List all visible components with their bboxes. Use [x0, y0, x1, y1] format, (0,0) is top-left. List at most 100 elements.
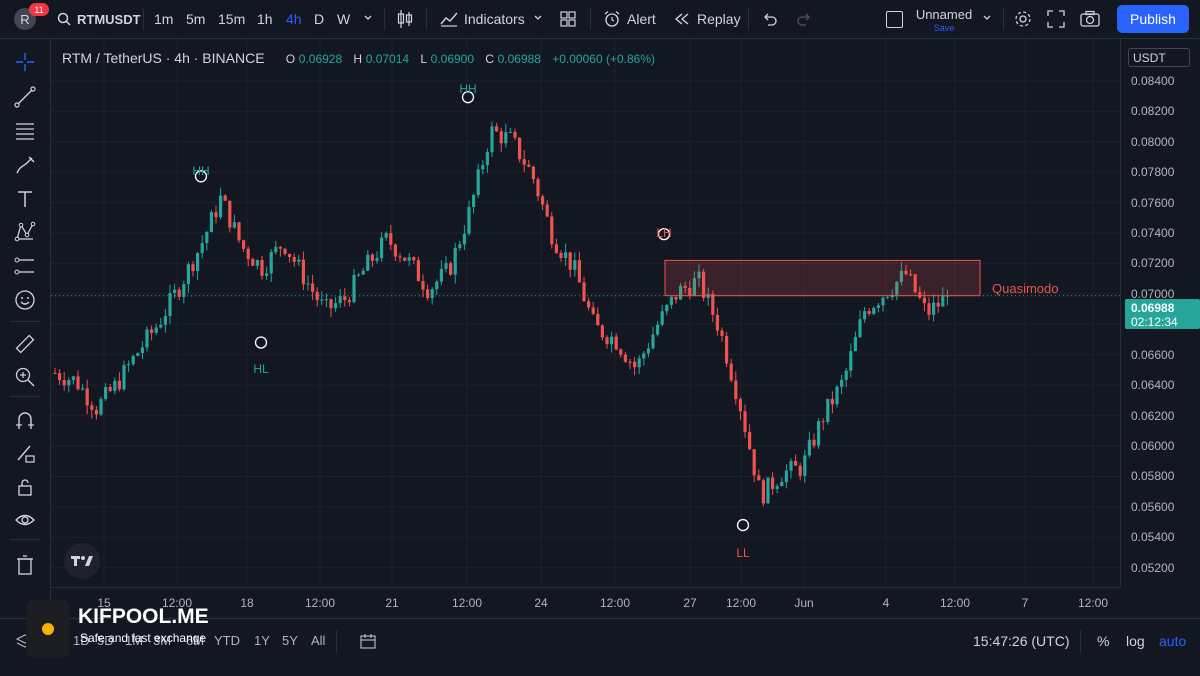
- pivot-marker-hl[interactable]: [254, 336, 268, 349]
- trend-line-icon[interactable]: [12, 84, 38, 110]
- candle-body: [867, 311, 871, 314]
- camera-icon[interactable]: [1080, 10, 1100, 33]
- undo-icon[interactable]: [762, 11, 778, 32]
- auto-scale-toggle[interactable]: auto: [1159, 633, 1186, 649]
- log-scale-toggle[interactable]: log: [1126, 633, 1145, 649]
- candle-style-icon[interactable]: [396, 9, 414, 34]
- alert-button[interactable]: Alert: [603, 0, 656, 38]
- candle-body: [467, 207, 471, 234]
- candle-body: [559, 253, 563, 258]
- pivot-marker-ll[interactable]: [736, 518, 750, 532]
- lock-icon[interactable]: [12, 474, 38, 500]
- interval-w[interactable]: W: [337, 11, 350, 27]
- candle-body: [430, 289, 434, 298]
- candle-body: [278, 246, 282, 249]
- symbol-search-button[interactable]: RTMUSDT: [57, 0, 141, 38]
- candle-body: [844, 370, 848, 380]
- candle-body: [150, 329, 154, 333]
- percent-scale-toggle[interactable]: %: [1097, 633, 1109, 649]
- candle-body: [628, 361, 632, 363]
- utc-clock[interactable]: 15:47:26 (UTC): [973, 633, 1069, 649]
- range-5y[interactable]: 5Y: [282, 633, 298, 648]
- layout-square-icon[interactable]: [886, 11, 903, 28]
- candle-body: [752, 449, 756, 476]
- interval-1m[interactable]: 1m: [154, 11, 173, 27]
- price-tick-label: 0.08000: [1131, 134, 1175, 149]
- publish-button[interactable]: Publish: [1117, 5, 1189, 33]
- interval-4h[interactable]: 4h: [286, 11, 302, 27]
- candle-body: [748, 431, 752, 450]
- eye-icon[interactable]: [12, 507, 38, 533]
- candle-body: [255, 260, 259, 266]
- price-chart[interactable]: [51, 39, 1200, 617]
- candle-body: [439, 268, 443, 282]
- candle-body: [665, 304, 669, 312]
- candle-body: [283, 248, 287, 254]
- candle-body: [840, 379, 844, 387]
- interval-d[interactable]: D: [314, 11, 324, 27]
- publish-label: Publish: [1130, 11, 1176, 27]
- interval-dropdown-chevron-icon[interactable]: [362, 11, 374, 30]
- layout-name-button[interactable]: Unnamed Save: [913, 7, 975, 33]
- candle-body: [370, 254, 374, 261]
- currency-badge[interactable]: USDT: [1128, 48, 1190, 67]
- candle-body: [830, 398, 834, 405]
- legend-l-label: L: [420, 52, 428, 66]
- indicators-button[interactable]: Indicators: [440, 0, 525, 38]
- replay-button[interactable]: Replay: [673, 0, 741, 38]
- gear-icon[interactable]: [1014, 10, 1032, 33]
- candle-body: [757, 475, 761, 481]
- candle-body: [596, 313, 600, 326]
- indicators-dropdown-chevron-icon[interactable]: [532, 11, 544, 30]
- rewind-icon: [674, 13, 689, 25]
- brush-icon[interactable]: [12, 152, 38, 178]
- legend-l-value: 0.06900: [430, 52, 475, 66]
- interval-15m[interactable]: 15m: [218, 11, 245, 27]
- candle-body: [260, 260, 264, 276]
- legend-h-label: H: [353, 52, 363, 66]
- crosshair-icon[interactable]: [12, 49, 38, 75]
- candle-body: [651, 334, 655, 349]
- candle-body: [357, 274, 361, 276]
- text-tool-icon[interactable]: [12, 186, 38, 212]
- candle-body: [131, 355, 135, 364]
- zoom-in-icon[interactable]: [12, 364, 38, 390]
- range-all[interactable]: All: [311, 633, 325, 648]
- candle-body: [941, 296, 945, 307]
- emoji-icon[interactable]: [12, 287, 38, 313]
- candle-body: [196, 253, 200, 272]
- interval-5m[interactable]: 5m: [186, 11, 205, 27]
- candle-body: [784, 470, 788, 482]
- watermark-brand: KIFPOOL.ME: [78, 605, 209, 628]
- interval-1h[interactable]: 1h: [257, 11, 273, 27]
- candle-body: [554, 244, 558, 254]
- range-1y[interactable]: 1Y: [254, 633, 270, 648]
- prediction-measure-icon[interactable]: [12, 253, 38, 279]
- fullscreen-icon[interactable]: [1047, 10, 1065, 33]
- layout-dropdown-chevron-icon[interactable]: [981, 11, 993, 30]
- quasimodo-zone[interactable]: [664, 259, 981, 297]
- candle-body: [177, 289, 181, 297]
- candle-body: [936, 302, 940, 307]
- fib-retracement-icon[interactable]: [12, 118, 38, 144]
- pattern-tool-icon[interactable]: [12, 219, 38, 245]
- candle-body: [127, 363, 131, 366]
- ruler-icon[interactable]: [12, 331, 38, 357]
- candle-body: [780, 481, 784, 487]
- candle-body: [577, 260, 581, 283]
- candle-body: [292, 256, 296, 262]
- candle-body: [81, 388, 85, 390]
- candle-body: [444, 263, 448, 269]
- legend-title[interactable]: RTM / TetherUS · 4h · BINANCE: [62, 50, 265, 66]
- range-ytd[interactable]: YTD: [214, 633, 240, 648]
- candle-body: [734, 380, 738, 400]
- candle-body: [338, 296, 342, 304]
- candle-body: [449, 263, 453, 275]
- lock-drawing-pencil-icon[interactable]: [12, 440, 38, 466]
- trash-icon[interactable]: [12, 552, 38, 578]
- go-to-date-icon[interactable]: [359, 632, 377, 655]
- redo-icon[interactable]: [796, 11, 812, 32]
- layouts-grid-icon[interactable]: [560, 11, 576, 32]
- candle-body: [90, 405, 94, 410]
- magnet-icon[interactable]: [12, 407, 38, 433]
